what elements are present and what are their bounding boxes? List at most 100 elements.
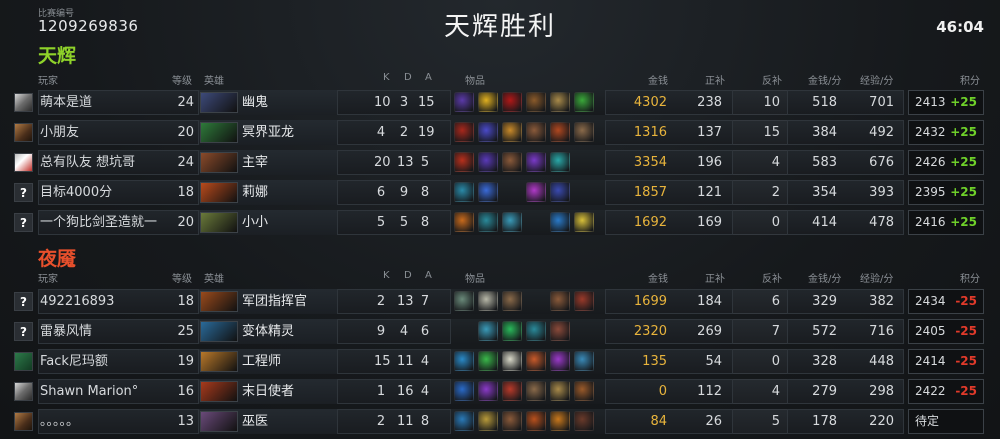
item-icon[interactable]	[478, 411, 498, 431]
item-icon[interactable]	[550, 92, 570, 112]
hero-portrait[interactable]	[200, 411, 238, 432]
player-avatar[interactable]	[14, 93, 33, 112]
item-icon[interactable]	[550, 212, 570, 232]
hero-name[interactable]: 小小	[242, 210, 268, 235]
hero-name[interactable]: 主宰	[242, 150, 268, 175]
item-icon[interactable]	[526, 381, 546, 401]
item-icon[interactable]	[454, 212, 474, 232]
item-icon[interactable]	[454, 92, 474, 112]
hero-portrait[interactable]	[200, 291, 238, 312]
item-icon[interactable]	[550, 152, 570, 172]
hero-portrait[interactable]	[200, 351, 238, 372]
item-icon[interactable]	[574, 351, 594, 371]
item-icon[interactable]	[550, 381, 570, 401]
item-icon[interactable]	[550, 291, 570, 311]
player-avatar[interactable]	[14, 352, 33, 371]
player-avatar[interactable]	[14, 382, 33, 401]
empty-item-slot[interactable]	[574, 182, 594, 202]
empty-item-slot[interactable]	[526, 212, 546, 232]
item-icon[interactable]	[478, 381, 498, 401]
player-name[interactable]: Fack尼玛额	[40, 349, 180, 374]
player-avatar[interactable]: ?	[14, 322, 33, 341]
item-icon[interactable]	[502, 122, 522, 142]
item-icon[interactable]	[526, 182, 546, 202]
item-icon[interactable]	[478, 122, 498, 142]
hero-name[interactable]: 幽鬼	[242, 90, 268, 115]
item-icon[interactable]	[454, 411, 474, 431]
item-icon[interactable]	[478, 212, 498, 232]
empty-item-slot[interactable]	[574, 321, 594, 341]
item-icon[interactable]	[550, 182, 570, 202]
player-avatar[interactable]	[14, 123, 33, 142]
item-icon[interactable]	[454, 291, 474, 311]
item-icon[interactable]	[454, 381, 474, 401]
item-icon[interactable]	[550, 321, 570, 341]
player-avatar[interactable]	[14, 153, 33, 172]
item-icon[interactable]	[574, 291, 594, 311]
hero-portrait[interactable]	[200, 212, 238, 233]
item-icon[interactable]	[502, 92, 522, 112]
hero-portrait[interactable]	[200, 321, 238, 342]
player-name[interactable]: 一个狗比剑圣造就一	[40, 210, 180, 235]
player-avatar[interactable]: ?	[14, 213, 33, 232]
item-icon[interactable]	[502, 212, 522, 232]
item-icon[interactable]	[478, 92, 498, 112]
player-row[interactable]: ? 雷暴风情 25 变体精灵 9 4 6 2320 269 7 572 716 2405 -25	[12, 319, 990, 344]
hero-portrait[interactable]	[200, 92, 238, 113]
item-icon[interactable]	[478, 182, 498, 202]
player-row[interactable]: 。。。。。 13 巫医 2 11 8 84 26 5 178 220 待定	[12, 409, 990, 434]
player-row[interactable]: 总有队友 想坑哥 24 主宰 20 13 5 3354 196 4 583 676 2426 +25	[12, 150, 990, 175]
hero-name[interactable]: 末日使者	[242, 379, 294, 404]
item-icon[interactable]	[502, 381, 522, 401]
item-icon[interactable]	[454, 152, 474, 172]
hero-name[interactable]: 巫医	[242, 409, 268, 434]
item-icon[interactable]	[454, 182, 474, 202]
player-name[interactable]: 。。。。。	[40, 409, 180, 434]
player-avatar[interactable]	[14, 412, 33, 431]
item-icon[interactable]	[526, 321, 546, 341]
player-row[interactable]: ? 一个狗比剑圣造就一 20 小小 5 5 8 1692 169 0 414 478 2416 +25	[12, 210, 990, 235]
item-icon[interactable]	[502, 411, 522, 431]
item-icon[interactable]	[526, 92, 546, 112]
item-icon[interactable]	[502, 321, 522, 341]
empty-item-slot[interactable]	[454, 321, 474, 341]
player-name[interactable]: 目标4000分	[40, 180, 180, 205]
item-icon[interactable]	[574, 411, 594, 431]
hero-name[interactable]: 工程师	[242, 349, 281, 374]
player-name[interactable]: 雷暴风情	[40, 319, 180, 344]
item-icon[interactable]	[526, 122, 546, 142]
item-icon[interactable]	[454, 351, 474, 371]
empty-item-slot[interactable]	[574, 152, 594, 172]
player-name[interactable]: 总有队友 想坑哥	[40, 150, 180, 175]
item-icon[interactable]	[478, 291, 498, 311]
item-icon[interactable]	[550, 351, 570, 371]
hero-portrait[interactable]	[200, 122, 238, 143]
hero-portrait[interactable]	[200, 182, 238, 203]
empty-item-slot[interactable]	[502, 182, 522, 202]
item-icon[interactable]	[550, 122, 570, 142]
hero-portrait[interactable]	[200, 152, 238, 173]
player-row[interactable]: ? 目标4000分 18 莉娜 6 9 8 1857 121 2 354 393 2395 +25	[12, 180, 990, 205]
player-name[interactable]: Shawn Marion°	[40, 379, 180, 404]
player-avatar[interactable]: ?	[14, 183, 33, 202]
player-row[interactable]: 小朋友 20 冥界亚龙 4 2 19 1316 137 15 384 492 2432 +25	[12, 120, 990, 145]
player-row[interactable]: Fack尼玛额 19 工程师 15 11 4 135 54 0 328 448 2414 -25	[12, 349, 990, 374]
player-row[interactable]: Shawn Marion° 16 末日使者 1 16 4 0 112 4 279 298 2422 -2…	[12, 379, 990, 404]
item-icon[interactable]	[526, 152, 546, 172]
player-row[interactable]: 萌本是道 24 幽鬼 10 3 15 4302 238 10 518 701 2413 +25	[12, 90, 990, 115]
item-icon[interactable]	[574, 212, 594, 232]
item-icon[interactable]	[478, 351, 498, 371]
hero-name[interactable]: 莉娜	[242, 180, 268, 205]
player-name[interactable]: 小朋友	[40, 120, 180, 145]
item-icon[interactable]	[502, 152, 522, 172]
item-icon[interactable]	[550, 411, 570, 431]
item-icon[interactable]	[574, 92, 594, 112]
item-icon[interactable]	[502, 351, 522, 371]
hero-name[interactable]: 变体精灵	[242, 319, 294, 344]
item-icon[interactable]	[478, 321, 498, 341]
hero-portrait[interactable]	[200, 381, 238, 402]
player-name[interactable]: 492216893	[40, 289, 180, 314]
item-icon[interactable]	[454, 122, 474, 142]
player-avatar[interactable]: ?	[14, 292, 33, 311]
item-icon[interactable]	[478, 152, 498, 172]
